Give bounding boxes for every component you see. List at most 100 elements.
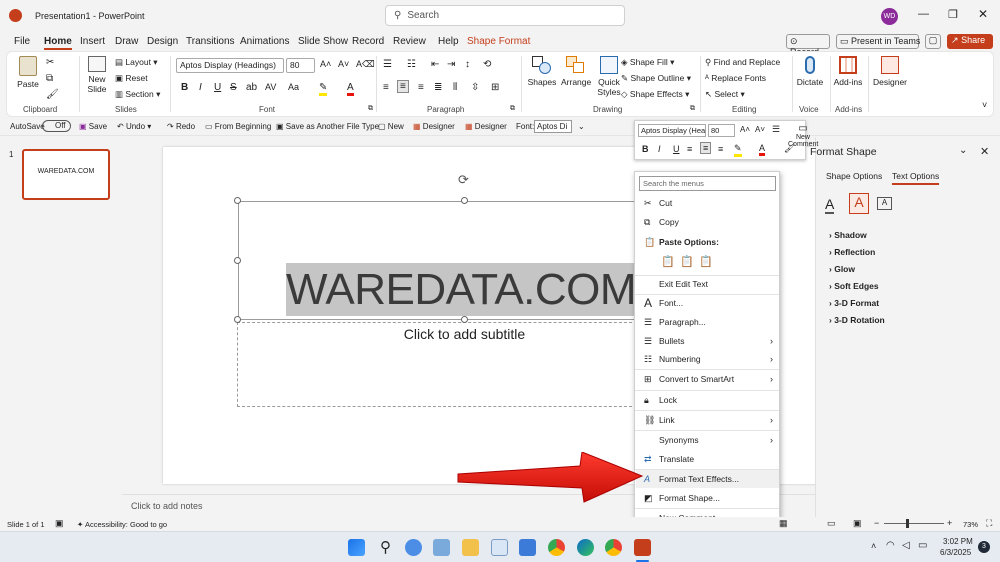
paste-keep-source-icon[interactable]: 📋: [661, 255, 675, 268]
undo-button[interactable]: ↶ Undo ▾: [117, 122, 151, 131]
smartart-icon[interactable]: ⊞: [491, 82, 499, 93]
textbox-icon[interactable]: A: [877, 197, 892, 210]
new-slide-button[interactable]: New Slide: [85, 56, 109, 94]
bullets-icon[interactable]: ☰: [383, 59, 392, 70]
share-button[interactable]: ↗ Share: [947, 34, 993, 49]
paste-button[interactable]: Paste: [15, 56, 41, 89]
copilot-icon[interactable]: [405, 539, 422, 556]
decrease-font-icon[interactable]: A˅: [338, 59, 349, 69]
minimize-icon[interactable]: —: [918, 8, 929, 20]
mini-increase-font-icon[interactable]: A˄: [740, 125, 750, 134]
notification-badge[interactable]: 3: [978, 541, 990, 553]
tab-shape-format[interactable]: Shape Format: [467, 36, 530, 47]
menu-item-copy[interactable]: ⧉ Copy: [636, 213, 779, 231]
shape-effects-button[interactable]: ◇ Shape Effects ▾: [621, 89, 689, 100]
mini-align-left-icon[interactable]: ≡: [687, 144, 692, 154]
menu-item-numbering[interactable]: ☷ Numbering ›: [636, 350, 779, 368]
align-center-icon[interactable]: ≡: [397, 80, 409, 93]
spellcheck-icon[interactable]: ▣: [55, 518, 64, 529]
clear-formatting-icon[interactable]: A⌫: [356, 59, 375, 70]
shapes-button[interactable]: Shapes: [527, 56, 557, 87]
char-spacing-icon[interactable]: AV: [265, 82, 276, 92]
resize-handle[interactable]: [461, 197, 468, 204]
align-text-icon[interactable]: ⇳: [471, 82, 479, 93]
format-painter-icon[interactable]: 🖌: [46, 89, 59, 100]
menu-item-format-text-effects[interactable]: A Format Text Effects...: [636, 470, 779, 488]
shadow-text-icon[interactable]: ab: [246, 82, 257, 93]
menu-item-convert-smartart[interactable]: ⊞ Convert to SmartArt ›: [636, 370, 779, 388]
save-as-button[interactable]: ▣ Save as Another File Type: [276, 122, 379, 131]
record-button[interactable]: ⊙ Record: [786, 34, 830, 57]
reset-button[interactable]: ▣ Reset: [115, 73, 148, 84]
resize-handle[interactable]: [234, 257, 241, 264]
resize-handle[interactable]: [461, 316, 468, 323]
select-button[interactable]: ↖ Select ▾: [705, 89, 745, 100]
menu-item-cut[interactable]: ✂ Cut: [636, 194, 779, 212]
justify-icon[interactable]: ≣: [434, 82, 442, 93]
mini-new-comment-button[interactable]: ▭ New Comment: [788, 123, 818, 148]
zoom-out-icon[interactable]: −: [874, 518, 879, 528]
align-right-icon[interactable]: ≡: [418, 82, 424, 93]
menu-item-lock[interactable]: 🔒︎ Lock: [636, 391, 779, 409]
menu-item-synonyms[interactable]: Synonyms ›: [636, 431, 779, 449]
zoom-slider-thumb[interactable]: [906, 519, 909, 528]
slide-thumbnail[interactable]: WAREDATA.COM: [22, 149, 110, 200]
section-button[interactable]: ▥ Section ▾: [115, 89, 160, 100]
strikethrough-icon[interactable]: S: [230, 82, 237, 93]
rotate-handle-icon[interactable]: ⟳: [458, 172, 469, 188]
highlight-icon[interactable]: ✎: [319, 82, 328, 96]
section-3d-rotation[interactable]: › 3-D Rotation: [829, 315, 885, 325]
menu-item-translate[interactable]: ⇄ Translate: [636, 450, 779, 468]
decrease-indent-icon[interactable]: ⇤: [431, 59, 439, 70]
clock-date[interactable]: 6/3/2025: [940, 548, 971, 557]
cut-icon[interactable]: ✂: [46, 57, 54, 68]
mini-highlight-icon[interactable]: ✎: [734, 143, 742, 157]
dictate-button[interactable]: Dictate: [795, 56, 825, 87]
section-3d-format[interactable]: › 3-D Format: [829, 298, 879, 308]
present-in-teams-button[interactable]: ▭ Present in Teams: [836, 34, 920, 49]
section-soft-edges[interactable]: › Soft Edges: [829, 281, 879, 291]
menu-item-format-shape[interactable]: ◩ Format Shape...: [636, 489, 779, 507]
pane-close-icon[interactable]: ✕: [980, 145, 989, 158]
slide-title-text[interactable]: WAREDATA.COM: [286, 263, 638, 316]
new-button[interactable]: ▢ New: [378, 122, 404, 131]
tab-home[interactable]: Home: [44, 36, 72, 50]
menu-item-paragraph[interactable]: ☰ Paragraph...: [636, 313, 779, 331]
font-name-dropdown[interactable]: Aptos Display (Headings): [176, 58, 284, 73]
menu-item-bullets[interactable]: ☰ Bullets ›: [636, 332, 779, 350]
close-icon[interactable]: ✕: [978, 7, 988, 21]
fit-slide-icon[interactable]: ⛶: [986, 518, 992, 529]
file-explorer-icon[interactable]: [462, 539, 479, 556]
mini-bullets-icon[interactable]: ☰: [772, 124, 780, 135]
tab-design[interactable]: Design: [147, 36, 178, 47]
zoom-in-icon[interactable]: +: [947, 518, 952, 528]
bold-icon[interactable]: B: [181, 82, 188, 93]
reading-view-icon[interactable]: ▭: [827, 518, 836, 529]
volume-icon[interactable]: ◁: [902, 540, 910, 551]
powerpoint-taskbar-icon[interactable]: [634, 539, 651, 556]
chrome-icon[interactable]: [548, 539, 565, 556]
font-color-icon[interactable]: A: [347, 82, 354, 96]
comments-icon[interactable]: ▢: [925, 34, 941, 49]
italic-icon[interactable]: I: [199, 82, 202, 93]
menu-search-input[interactable]: Search the menus: [639, 176, 776, 191]
change-case-icon[interactable]: Aa: [288, 82, 299, 92]
battery-icon[interactable]: ▭: [918, 540, 927, 551]
notes-app-icon[interactable]: [519, 539, 536, 556]
shape-outline-button[interactable]: ✎ Shape Outline ▾: [621, 73, 691, 84]
search-icon[interactable]: ⚲: [377, 539, 394, 556]
tray-chevron-icon[interactable]: ˄: [871, 541, 876, 551]
tab-record[interactable]: Record: [352, 36, 384, 47]
zoom-slider[interactable]: [884, 523, 944, 524]
text-fill-outline-icon[interactable]: A: [825, 196, 835, 214]
redo-button[interactable]: ↷ Redo: [167, 122, 195, 131]
font-dialog-launcher-icon[interactable]: ⧉: [368, 105, 373, 113]
search-box[interactable]: ⚲ Search: [385, 5, 625, 26]
tab-slide-show[interactable]: Slide Show: [298, 36, 348, 47]
pane-options-chevron-icon[interactable]: ⌄: [959, 145, 967, 156]
mini-size-dropdown[interactable]: 80: [708, 124, 735, 137]
align-left-icon[interactable]: ≡: [383, 82, 389, 93]
copy-icon[interactable]: ⧉: [46, 73, 53, 84]
layout-button[interactable]: ▤ Layout ▾: [115, 57, 158, 68]
designer-button[interactable]: Designer: [872, 56, 908, 87]
